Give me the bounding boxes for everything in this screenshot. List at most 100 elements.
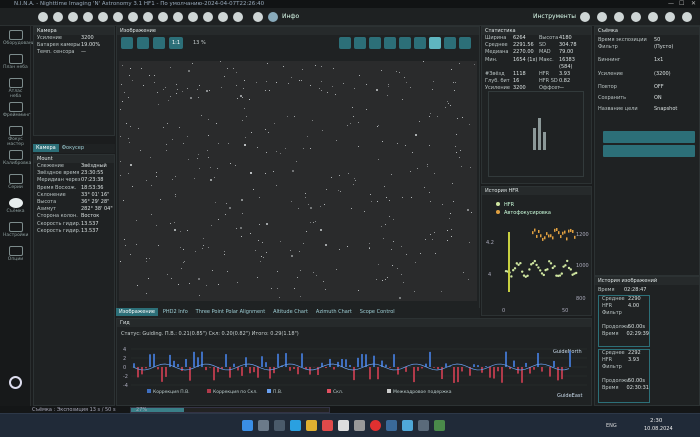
target-name-input[interactable]: Snapshot <box>654 106 677 113</box>
tab-phd2[interactable]: PHD2 Info <box>160 308 191 316</box>
clock-time[interactable]: 2:30 <box>650 418 662 424</box>
guide-y-label: -2 <box>123 374 128 380</box>
chart-icon[interactable] <box>614 12 624 22</box>
crosshair-overlay-icon[interactable] <box>384 37 396 49</box>
sidebar-item-equipment[interactable]: Оборудование <box>3 30 38 46</box>
star <box>358 75 360 77</box>
search-icon[interactable] <box>258 420 269 431</box>
flat-panel-icon[interactable] <box>173 12 183 22</box>
star <box>236 97 238 99</box>
target-icon[interactable] <box>233 12 243 22</box>
app-icon[interactable] <box>322 420 333 431</box>
histogram-icon[interactable] <box>648 12 658 22</box>
star <box>447 230 449 232</box>
triangle-icon[interactable] <box>354 37 366 49</box>
telegram-icon[interactable] <box>290 420 301 431</box>
start-icon[interactable] <box>242 420 253 431</box>
rotator-icon[interactable] <box>83 12 93 22</box>
app2-icon[interactable] <box>354 420 365 431</box>
star <box>306 135 308 137</box>
zoom-1to1-button[interactable]: 1:1 <box>169 37 183 49</box>
crosshair-icon[interactable] <box>597 12 607 22</box>
switch-icon[interactable] <box>128 12 138 22</box>
start-capture-button[interactable] <box>603 131 695 143</box>
filter-select[interactable]: (Пусто) <box>654 44 673 51</box>
close-button[interactable]: ✕ <box>691 0 696 8</box>
tools-icon[interactable] <box>580 12 590 22</box>
plate-solve-icon[interactable] <box>414 37 426 49</box>
camera-icon[interactable] <box>38 12 48 22</box>
grid-icon[interactable] <box>631 12 641 22</box>
star-detect-icon[interactable] <box>399 37 411 49</box>
sidebar-item-sky-atlas[interactable]: Атлас неба <box>3 78 28 99</box>
tab-image[interactable]: Изображение <box>116 308 158 316</box>
fit-icon[interactable] <box>153 37 165 49</box>
repeat-toggle[interactable]: OFF <box>654 84 664 91</box>
notion-icon[interactable] <box>338 420 349 431</box>
telescope-icon[interactable] <box>98 12 108 22</box>
app5-icon[interactable] <box>434 420 445 431</box>
sidebar-item-calibration[interactable]: Калибровка <box>3 150 31 166</box>
pen-icon[interactable] <box>459 37 471 49</box>
lang[interactable]: ENG <box>606 423 617 429</box>
pause-capture-button[interactable] <box>603 145 695 157</box>
save-toggle[interactable]: ON <box>654 95 662 102</box>
maximize-button[interactable]: ☐ <box>679 0 684 8</box>
guider-icon[interactable] <box>113 12 123 22</box>
sidebar-item-focus[interactable]: Фокус мастер <box>3 126 28 147</box>
tab-scope[interactable]: Scope Control <box>357 308 398 316</box>
history-item[interactable]: Среднее 2290 HFR 4.00 Фильтр Продолжи 50.00… <box>598 295 650 347</box>
safety-icon[interactable] <box>188 12 198 22</box>
grid-overlay-icon[interactable] <box>369 37 381 49</box>
star-annotate-icon[interactable] <box>444 37 456 49</box>
expand-icon[interactable] <box>682 12 692 22</box>
guide-correction-bar <box>561 367 563 380</box>
star <box>262 241 264 243</box>
tab-camera[interactable]: Камера <box>33 144 59 152</box>
sidebar-item-framing[interactable]: Фреймминг <box>3 102 30 118</box>
minimize-button[interactable]: — <box>668 0 674 8</box>
sequence-icon[interactable] <box>218 12 228 22</box>
zoom-out-icon[interactable] <box>137 37 149 49</box>
image-panel: Изображение 1:1 13 % <box>116 26 480 318</box>
gain-select[interactable]: (3200) <box>654 71 671 78</box>
star <box>173 229 176 232</box>
zoom-in-icon[interactable] <box>121 37 133 49</box>
star-icon[interactable] <box>665 12 675 22</box>
sidebar-item-series[interactable]: Серии <box>3 174 28 190</box>
tab-azimuth[interactable]: Azimuth Chart <box>313 308 355 316</box>
exposure-input[interactable]: 50 <box>654 37 660 44</box>
stretch-icon[interactable] <box>429 37 441 49</box>
nina-icon[interactable] <box>402 420 413 431</box>
weather-icon[interactable] <box>143 12 153 22</box>
task-view-icon[interactable] <box>274 420 285 431</box>
app4-icon[interactable] <box>418 420 429 431</box>
history-item[interactable]: Среднее 2292 HFR 3.93 Фильтр Продолжи 50.00… <box>598 349 650 403</box>
power-icon[interactable] <box>9 376 22 389</box>
bulb-icon[interactable] <box>203 12 213 22</box>
focuser-icon[interactable] <box>68 12 78 22</box>
app3-icon[interactable] <box>386 420 397 431</box>
sky-image[interactable] <box>119 61 477 301</box>
clock-date[interactable]: 10.08.2024 <box>644 426 673 432</box>
hfr-point <box>560 272 563 275</box>
tab-polar[interactable]: Three Point Polar Alignment <box>193 308 269 316</box>
filter-wheel-icon[interactable] <box>53 12 63 22</box>
sidebar-item-settings[interactable]: Настройки <box>3 222 28 238</box>
info-icon[interactable] <box>268 12 278 22</box>
yandex-icon[interactable] <box>370 420 381 431</box>
sidebar-item-sky-plan[interactable]: План неба <box>3 54 28 70</box>
star <box>302 242 304 244</box>
rotate-icon[interactable] <box>339 37 351 49</box>
sidebar-item-capture[interactable]: Съёмка <box>3 198 28 214</box>
hfr-point <box>549 262 553 265</box>
star <box>459 149 461 151</box>
binning-select[interactable]: 1x1 <box>654 57 663 64</box>
tab-altitude[interactable]: Altitude Chart <box>270 308 311 316</box>
star <box>137 127 139 129</box>
plugins-icon[interactable] <box>253 12 263 22</box>
tab-focuser[interactable]: Фокусер <box>59 144 87 152</box>
dome-icon[interactable] <box>158 12 168 22</box>
sidebar-item-options[interactable]: Опции <box>3 246 28 262</box>
explorer-icon[interactable] <box>306 420 317 431</box>
